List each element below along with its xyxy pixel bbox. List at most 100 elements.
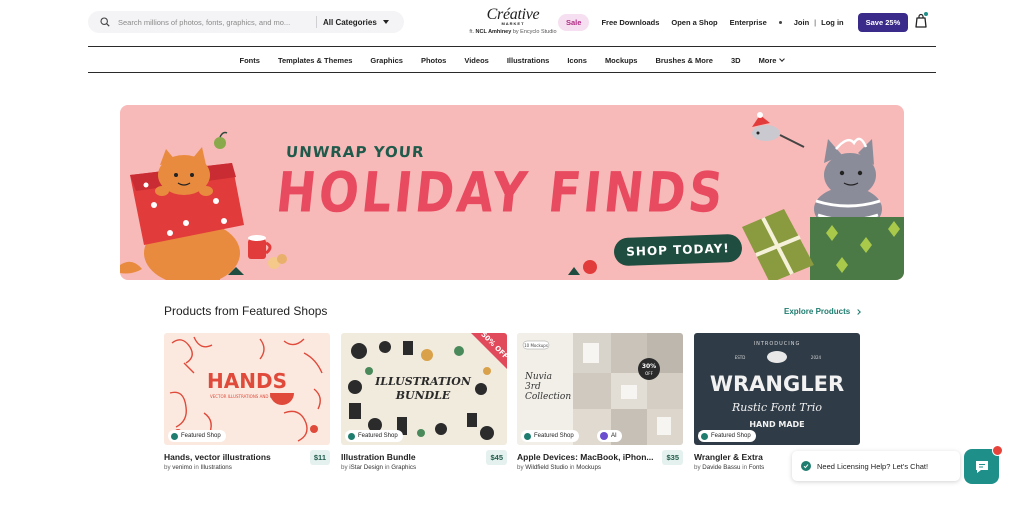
nav-open-a-shop[interactable]: Open a Shop [671, 18, 717, 27]
chevron-down-icon [779, 55, 786, 62]
search-bar: All Categories [88, 11, 404, 33]
ai-icon [600, 432, 608, 440]
category-mockups[interactable]: Mockups [605, 56, 638, 65]
by-label: by [694, 464, 701, 471]
product-thumbnail[interactable]: INTRODUCING ESTD 2024 WRANGLER Rustic Fo… [694, 333, 860, 445]
nav-dot-separator [778, 20, 782, 24]
licensing-chat-prompt[interactable]: Need Licensing Help? Let's Chat! [792, 451, 960, 481]
price-tag: $11 [309, 450, 330, 465]
thumbnail-title-2: BUNDLE [395, 389, 451, 402]
logo-subtitle: MARKET [501, 21, 525, 26]
category-dropdown[interactable]: All Categories [323, 18, 389, 27]
category-brushes-more[interactable]: Brushes & More [655, 56, 713, 65]
search-input[interactable] [116, 17, 312, 27]
search-icon[interactable] [94, 17, 116, 27]
site-header: All Categories Créative MARKET ft. NCL A… [88, 0, 936, 46]
mockups-count-tag: 10 Mockups [524, 343, 548, 348]
featured-shop-badge: Featured Shop [521, 430, 579, 442]
logo-byline: ft. NCL Amhiney by Encyclo Studio [468, 29, 558, 35]
thumbnail-title: ILLUSTRATION [374, 375, 472, 388]
chat-prompt-text: Need Licensing Help? Let's Chat! [817, 461, 929, 471]
by-label: by [341, 464, 348, 471]
shop-name[interactable]: venimo [172, 464, 192, 471]
product-thumbnail[interactable]: 50% OFF ILLUSTRATION BUNDLE Featured Sho… [341, 333, 507, 445]
offer-label: OFF [645, 371, 653, 376]
thumbnail-title-3: HAND MADE [749, 420, 804, 429]
product-byline: by Wildfield Studio in Mockups [517, 464, 601, 471]
product-category[interactable]: Graphics [391, 464, 416, 471]
featured-shop-badge: Featured Shop [345, 430, 403, 442]
thumbnail-art: 30% OFF 10 Mockups Nuvia 3rd Collection [517, 333, 683, 445]
shop-name[interactable]: iStar Design [349, 464, 383, 471]
product-category[interactable]: Fonts [749, 464, 764, 471]
thumbnail-art: INTRODUCING ESTD 2024 WRANGLER Rustic Fo… [694, 333, 860, 445]
banner-kicker: UNWRAP YOUR [285, 143, 426, 161]
category-more-label: More [758, 55, 777, 65]
product-title[interactable]: Illustration Bundle [341, 452, 416, 462]
ai-badge: AI [597, 430, 622, 442]
check-badge-icon [521, 430, 531, 440]
category-dropdown-label: All Categories [323, 17, 377, 27]
check-badge-icon [698, 430, 708, 440]
offer-percent: 30% [642, 363, 656, 370]
price-tag: $45 [486, 450, 507, 465]
in-label: in [742, 464, 748, 471]
category-videos[interactable]: Videos [464, 56, 488, 65]
login-link[interactable]: Log in [821, 18, 844, 27]
chevron-right-icon [855, 308, 862, 315]
chat-bubble-icon [975, 460, 988, 473]
category-icons[interactable]: Icons [567, 56, 587, 65]
product-title[interactable]: Apple Devices: MacBook, iPhon... [517, 452, 654, 462]
price-tag: $35 [662, 450, 683, 465]
category-illustrations[interactable]: Illustrations [507, 56, 550, 65]
product-card[interactable]: INTRODUCING ESTD 2024 WRANGLER Rustic Fo… [694, 333, 860, 471]
cart-badge [923, 11, 929, 17]
category-nav: Fonts Templates & Themes Graphics Photos… [0, 47, 1024, 73]
category-fonts[interactable]: Fonts [240, 56, 260, 65]
product-byline: by venimo in Illustrations [164, 464, 232, 471]
thumbnail-title: HANDS [207, 369, 287, 393]
sale-link[interactable]: Sale [558, 13, 590, 31]
category-more[interactable]: More [758, 55, 786, 65]
holiday-banner[interactable]: UNWRAP YOUR HOLIDAY FINDS SHOP TODAY! [120, 105, 904, 280]
banner-headline: HOLIDAY FINDS [273, 161, 729, 226]
in-label: in [569, 464, 575, 471]
category-templates-themes[interactable]: Templates & Themes [278, 56, 352, 65]
caret-down-icon [382, 20, 389, 24]
shop-name[interactable]: Wildfield Studio [525, 464, 568, 471]
featured-shop-label: Featured Shop [181, 433, 221, 439]
product-card[interactable]: 50% OFF ILLUSTRATION BUNDLE Featured Sho… [341, 333, 507, 471]
featured-shop-label: Featured Shop [534, 433, 574, 439]
category-photos[interactable]: Photos [421, 56, 446, 65]
byline-name: NCL Amhiney [475, 29, 512, 35]
product-title[interactable]: Wrangler & Extra [694, 452, 763, 462]
site-logo[interactable]: Créative MARKET ft. NCL Amhiney by Encyc… [468, 6, 558, 36]
shop-today-button[interactable]: SHOP TODAY! [613, 233, 743, 267]
thumbnail-kicker: INTRODUCING [754, 341, 801, 347]
product-category[interactable]: Illustrations [201, 464, 232, 471]
product-byline: by iStar Design in Graphics [341, 464, 416, 471]
cart-icon[interactable] [914, 11, 929, 29]
auth-separator: | [814, 17, 817, 27]
product-thumbnail[interactable]: HANDS VECTOR ILLUSTRATIONS AND PRINTS Fe… [164, 333, 330, 445]
nav-free-downloads[interactable]: Free Downloads [601, 18, 659, 27]
category-3d[interactable]: 3D [731, 56, 741, 65]
product-card[interactable]: HANDS VECTOR ILLUSTRATIONS AND PRINTS Fe… [164, 333, 330, 471]
nav-enterprise[interactable]: Enterprise [730, 18, 767, 27]
save-25-button[interactable]: Save 25% [857, 12, 909, 32]
search-divider [316, 16, 317, 28]
product-thumbnail[interactable]: 30% OFF 10 Mockups Nuvia 3rd Collection … [517, 333, 683, 445]
chat-launcher-button[interactable] [964, 445, 1003, 484]
explore-products-link[interactable]: Explore Products [784, 307, 862, 316]
product-category[interactable]: Mockups [576, 464, 601, 471]
nav-divider [88, 72, 936, 73]
join-link[interactable]: Join [794, 18, 809, 27]
thumbnail-art: HANDS VECTOR ILLUSTRATIONS AND PRINTS [164, 333, 330, 445]
logo-wordmark: Créative [486, 6, 540, 23]
product-card[interactable]: 30% OFF 10 Mockups Nuvia 3rd Collection … [517, 333, 683, 471]
shop-name[interactable]: Davide Bassu [702, 464, 740, 471]
category-graphics[interactable]: Graphics [370, 56, 403, 65]
product-title[interactable]: Hands, vector illustrations [164, 452, 271, 462]
explore-products-label: Explore Products [784, 307, 851, 316]
in-label: in [384, 464, 390, 471]
